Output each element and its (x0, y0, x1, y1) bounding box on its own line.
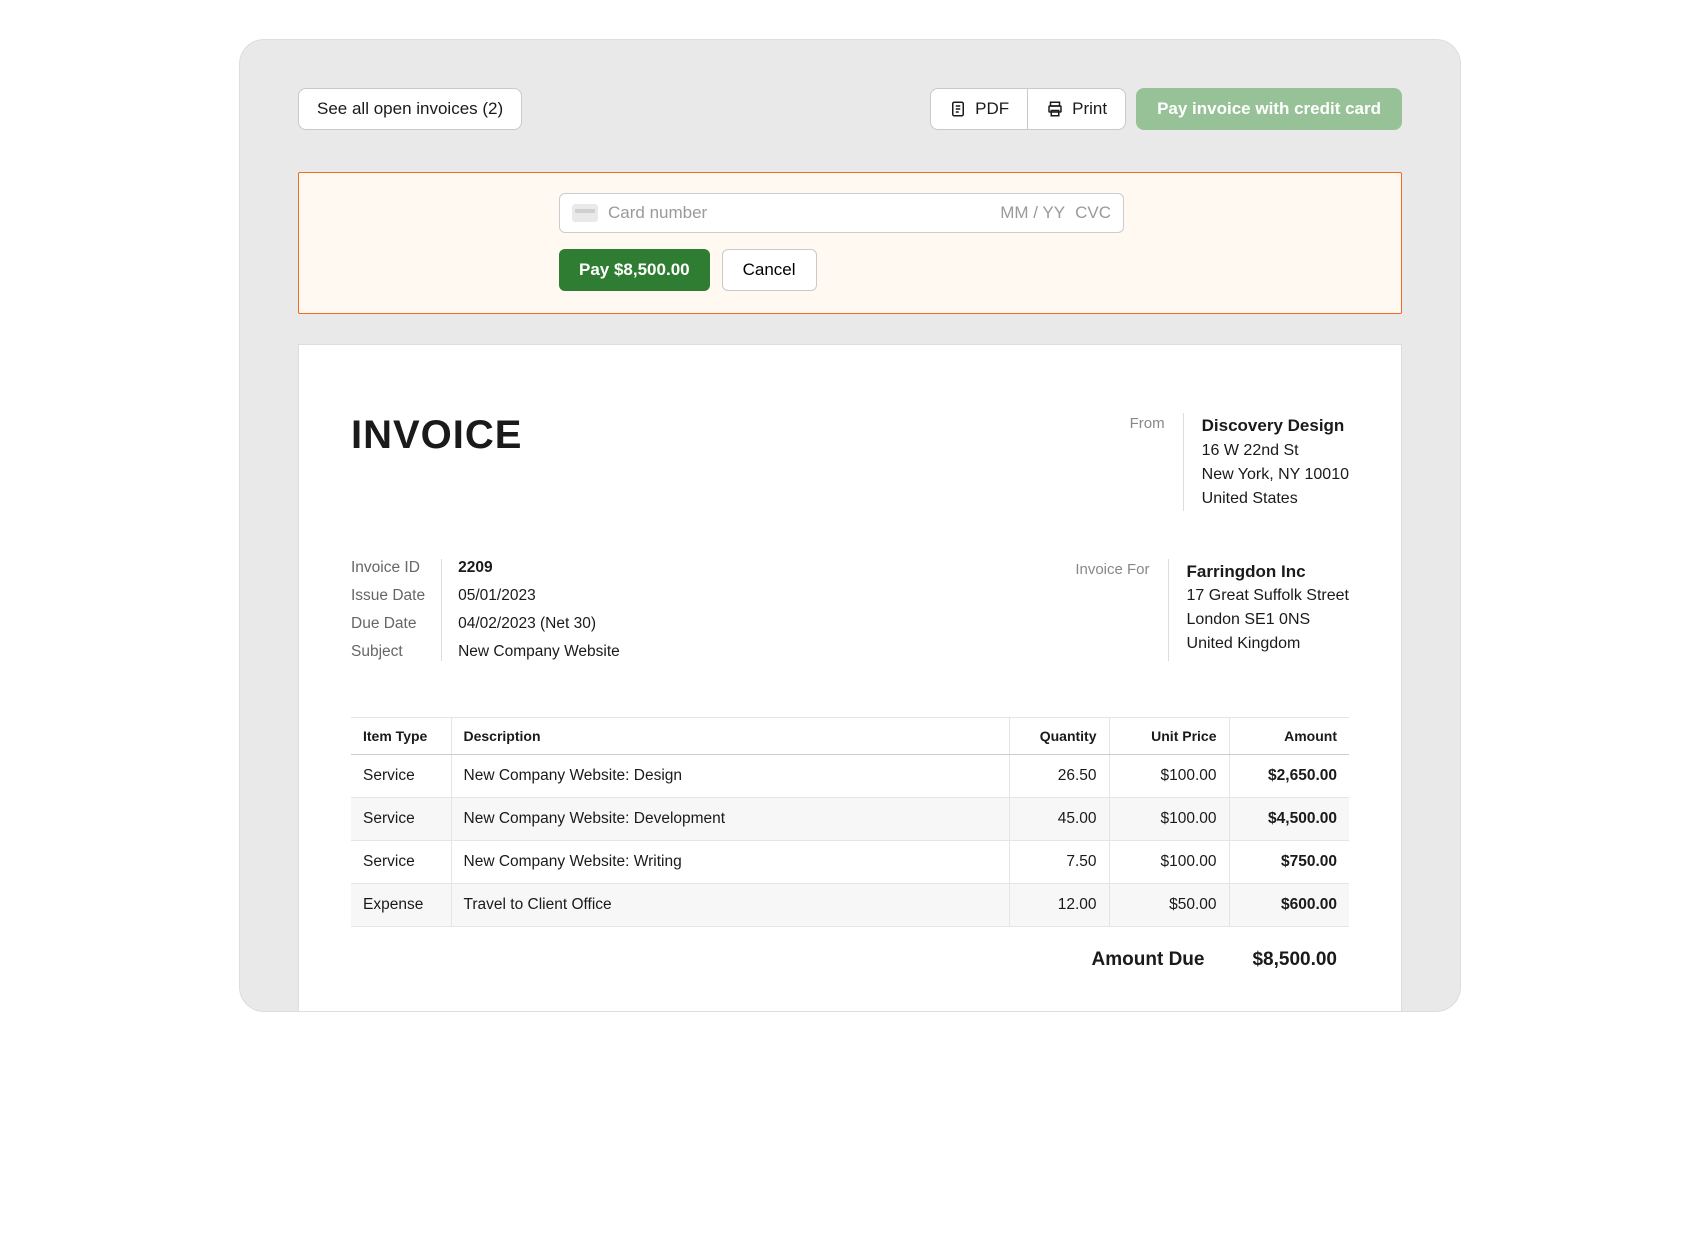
meta-labels: Invoice ID Issue Date Due Date Subject (351, 559, 442, 661)
for-line3: United Kingdom (1187, 632, 1349, 656)
amount-due-label: Amount Due (1092, 949, 1205, 971)
invoice-header: INVOICE From Discovery Design 16 W 22nd … (351, 413, 1349, 511)
from-name: Discovery Design (1202, 413, 1349, 439)
meta-id-value: 2209 (458, 559, 620, 577)
see-open-invoices-button[interactable]: See all open invoices (2) (298, 88, 522, 130)
pay-actions: Pay $8,500.00 Cancel (559, 249, 817, 291)
credit-card-icon (572, 204, 598, 222)
divider (1183, 413, 1184, 511)
cell-amount: $4,500.00 (1229, 797, 1349, 840)
table-row: ServiceNew Company Website: Design26.50$… (351, 754, 1349, 797)
invoice-title: INVOICE (351, 413, 522, 511)
meta-id-label: Invoice ID (351, 559, 425, 577)
for-line2: London SE1 0NS (1187, 608, 1349, 632)
meta-subject-value: New Company Website (458, 643, 620, 661)
for-block: Invoice For Farringdon Inc 17 Great Suff… (1060, 559, 1349, 661)
invoice-meta: Invoice ID Issue Date Due Date Subject 2… (351, 559, 620, 661)
cell-amount: $750.00 (1229, 840, 1349, 883)
for-body: Farringdon Inc 17 Great Suffolk Street L… (1187, 559, 1349, 657)
pay-with-cc-label: Pay invoice with credit card (1157, 99, 1381, 118)
cell-description: New Company Website: Development (451, 797, 1009, 840)
print-button[interactable]: Print (1028, 88, 1126, 130)
meta-due-value: 04/02/2023 (Net 30) (458, 615, 620, 633)
pdf-label: PDF (975, 99, 1009, 119)
meta-due-label: Due Date (351, 615, 425, 633)
meta-subject-label: Subject (351, 643, 425, 661)
toolbar: See all open invoices (2) PDF Print Pay … (298, 88, 1402, 130)
cell-amount: $2,650.00 (1229, 754, 1349, 797)
cell-description: Travel to Client Office (451, 883, 1009, 926)
pay-button-label: Pay $8,500.00 (579, 260, 690, 279)
col-quantity: Quantity (1009, 717, 1109, 754)
from-line1: 16 W 22nd St (1202, 439, 1349, 463)
print-label: Print (1072, 99, 1107, 119)
document-icon (949, 100, 967, 118)
cell-unit-price: $100.00 (1109, 797, 1229, 840)
for-label: Invoice For (1060, 559, 1150, 578)
meta-issue-value: 05/01/2023 (458, 587, 620, 605)
meta-values: 2209 05/01/2023 04/02/2023 (Net 30) New … (442, 559, 620, 661)
cell-unit-price: $50.00 (1109, 883, 1229, 926)
cell-type: Service (351, 840, 451, 883)
pay-button[interactable]: Pay $8,500.00 (559, 249, 710, 291)
table-header-row: Item Type Description Quantity Unit Pric… (351, 717, 1349, 754)
invoice-meta-row: Invoice ID Issue Date Due Date Subject 2… (351, 559, 1349, 661)
from-block: From Discovery Design 16 W 22nd St New Y… (1075, 413, 1349, 511)
col-unit-price: Unit Price (1109, 717, 1229, 754)
cancel-button[interactable]: Cancel (722, 249, 817, 291)
printer-icon (1046, 100, 1064, 118)
col-description: Description (451, 717, 1009, 754)
totals-row: Amount Due $8,500.00 (351, 949, 1349, 971)
card-cvc-placeholder: CVC (1075, 203, 1111, 223)
for-line1: 17 Great Suffolk Street (1187, 584, 1349, 608)
cell-quantity: 45.00 (1009, 797, 1109, 840)
table-row: ExpenseTravel to Client Office12.00$50.0… (351, 883, 1349, 926)
meta-issue-label: Issue Date (351, 587, 425, 605)
cell-quantity: 12.00 (1009, 883, 1109, 926)
card-number-placeholder: Card number (608, 203, 707, 223)
amount-due-value: $8,500.00 (1252, 949, 1337, 971)
cell-amount: $600.00 (1229, 883, 1349, 926)
cell-unit-price: $100.00 (1109, 754, 1229, 797)
cell-type: Service (351, 797, 451, 840)
table-row: ServiceNew Company Website: Writing7.50$… (351, 840, 1349, 883)
see-open-invoices-label: See all open invoices (2) (317, 99, 503, 119)
divider (1168, 559, 1169, 661)
cell-quantity: 26.50 (1009, 754, 1109, 797)
cell-type: Expense (351, 883, 451, 926)
invoice-document: INVOICE From Discovery Design 16 W 22nd … (298, 344, 1402, 1011)
cancel-button-label: Cancel (743, 260, 796, 279)
from-line3: United States (1202, 487, 1349, 511)
pay-with-cc-button[interactable]: Pay invoice with credit card (1136, 88, 1402, 130)
col-amount: Amount (1229, 717, 1349, 754)
cell-description: New Company Website: Design (451, 754, 1009, 797)
cell-type: Service (351, 754, 451, 797)
table-row: ServiceNew Company Website: Development4… (351, 797, 1349, 840)
cell-quantity: 7.50 (1009, 840, 1109, 883)
cell-description: New Company Website: Writing (451, 840, 1009, 883)
line-items-table: Item Type Description Quantity Unit Pric… (351, 717, 1349, 927)
col-type: Item Type (351, 717, 451, 754)
export-button-group: PDF Print (930, 88, 1126, 130)
invoice-app-frame: See all open invoices (2) PDF Print Pay … (240, 40, 1460, 1011)
card-expiry-placeholder: MM / YY (1000, 203, 1065, 223)
pdf-button[interactable]: PDF (930, 88, 1028, 130)
from-body: Discovery Design 16 W 22nd St New York, … (1202, 413, 1349, 511)
from-line2: New York, NY 10010 (1202, 463, 1349, 487)
payment-panel: Card number MM / YY CVC Pay $8,500.00 Ca… (298, 172, 1402, 314)
from-label: From (1075, 413, 1165, 432)
toolbar-right: PDF Print Pay invoice with credit card (930, 88, 1402, 130)
card-input-group[interactable]: Card number MM / YY CVC (559, 193, 1124, 233)
cell-unit-price: $100.00 (1109, 840, 1229, 883)
for-name: Farringdon Inc (1187, 559, 1349, 585)
